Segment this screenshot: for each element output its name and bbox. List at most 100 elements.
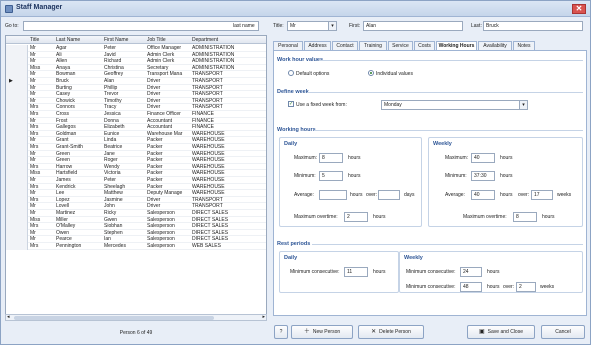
table-row[interactable]: Mr Frost Donna Accountant FINANCE (6, 117, 266, 125)
row-selector[interactable] (6, 229, 28, 237)
table-row[interactable]: Mrs O'Malley Siobhan Salesperson DIRECT SALE… (6, 223, 266, 230)
weekly-over-field[interactable]: 17 (531, 190, 553, 200)
table-row[interactable]: Mr Agar Peter Office Manager ADMINISTRATION (6, 45, 266, 52)
weekly-overtime-field[interactable]: 8 (513, 212, 537, 222)
tab-service[interactable]: Service (388, 41, 413, 50)
row-selector[interactable] (6, 91, 28, 98)
row-selector[interactable] (6, 97, 28, 105)
current-row-indicator[interactable] (6, 78, 28, 85)
table-row[interactable]: Mr Casey Trevor Driver TRANSPORT (6, 91, 266, 98)
row-selector[interactable] (6, 177, 28, 184)
tab-training[interactable]: Training (359, 41, 387, 50)
row-selector[interactable] (6, 183, 28, 191)
tab-address[interactable]: Address (304, 41, 331, 50)
row-selector[interactable] (6, 45, 28, 52)
row-selector[interactable] (6, 190, 28, 197)
table-row[interactable]: Mrs Connors Tracy Driver TRANSPORT (6, 104, 266, 111)
daily-min-field[interactable]: 5 (319, 171, 343, 181)
scroll-thumb[interactable] (14, 316, 214, 320)
table-row[interactable]: Miss Hartsfield Victoria Packer WAREHOUSE (6, 170, 266, 177)
tab-costs[interactable]: Costs (414, 41, 435, 50)
rest-weekly-over-field[interactable]: 2 (516, 282, 536, 292)
table-row[interactable]: Miss Anaya Christina Secretary ADMINISTRATIO… (6, 64, 266, 72)
table-row[interactable]: Mrs Lopez Jasmine Driver TRANSPORT (6, 196, 266, 204)
fixed-week-select[interactable]: Monday ▾ (381, 100, 528, 110)
title-select[interactable]: Mr ▾ (287, 21, 337, 31)
col-title[interactable]: Title (30, 37, 39, 43)
scroll-right-icon[interactable]: ▸ (262, 314, 265, 320)
table-row[interactable]: Mr James Peter Packer WAREHOUSE (6, 177, 266, 184)
table-row[interactable]: Mrs Pennington Mercedes Salesperson WEB SALE… (6, 243, 266, 250)
row-selector[interactable] (6, 196, 28, 204)
table-row[interactable]: Mr Burting Phillip Driver TRANSPORT (6, 84, 266, 92)
table-row[interactable]: Mrs Grant-Smith Beatrice Packer WAREHOUSE (6, 144, 266, 151)
col-last-name[interactable]: Last Name (56, 37, 80, 43)
goto-input[interactable] (23, 21, 259, 31)
daily-overtime-field[interactable]: 2 (344, 212, 368, 222)
row-selector[interactable] (6, 203, 28, 210)
daily-avg-field[interactable] (319, 190, 347, 200)
table-row[interactable]: Mr Chowick Timothy Driver TRANSPORT (6, 97, 266, 105)
individual-values-radio[interactable] (368, 70, 374, 76)
rest-daily-min-field[interactable]: 11 (344, 267, 368, 277)
staff-grid[interactable]: Title Last Name First Name Job Title Dep… (5, 35, 267, 321)
row-selector[interactable] (6, 223, 28, 230)
fixed-week-checkbox[interactable]: ✓ (288, 101, 294, 107)
tab-contact[interactable]: Contact (332, 41, 358, 50)
rest-weekly-min-field[interactable]: 24 (460, 267, 482, 277)
table-row[interactable]: Mr Ali Javid Admin Clerk ADMINISTRATION (6, 51, 266, 59)
default-options-radio[interactable] (288, 70, 294, 76)
scroll-left-icon[interactable]: ◂ (7, 314, 10, 320)
row-selector[interactable] (6, 150, 28, 158)
table-row[interactable]: Mrs Gallegos Elizabeth Accountant FINANCE (6, 124, 266, 131)
chevron-down-icon[interactable]: ▾ (328, 22, 336, 30)
row-selector[interactable] (6, 236, 28, 243)
row-selector[interactable] (6, 130, 28, 138)
table-row[interactable]: Mr Martinez Ricky Salesperson DIRECT SALES (6, 210, 266, 217)
save-close-button[interactable]: ▣ Save and Close (467, 325, 535, 339)
col-department[interactable]: Department (192, 37, 218, 43)
table-row[interactable]: Mr Grant Linda Packer WAREHOUSE (6, 137, 266, 144)
table-row[interactable]: Mrs Kendrick Sheelagh Packer WAREHOUSE (6, 183, 266, 191)
row-selector[interactable] (6, 163, 28, 171)
cancel-button[interactable]: Cancel (541, 325, 585, 339)
row-selector[interactable] (6, 137, 28, 144)
horizontal-scrollbar[interactable]: ◂ ▸ (5, 314, 267, 321)
row-selector[interactable] (6, 64, 28, 72)
table-row[interactable]: Mr Pearce Ian Salesperson DIRECT SALES (6, 236, 266, 243)
new-person-button[interactable]: ＋ New Person (291, 325, 353, 339)
table-row[interactable]: Mr Owen Stephen Salesperson DIRECT SALES (6, 229, 266, 237)
table-row[interactable]: Miss Miller Gwen Salesperson DIRECT SALES (6, 216, 266, 224)
weekly-min-field[interactable]: 37:30 (471, 171, 495, 181)
row-selector[interactable] (6, 210, 28, 217)
row-selector[interactable] (6, 124, 28, 131)
rest-weekly-avg-field[interactable]: 48 (460, 282, 482, 292)
tab-availability[interactable]: Availability (478, 41, 512, 50)
table-row[interactable]: Mrs Cross Jessica Finance Officer FINANCE (6, 111, 266, 118)
row-selector[interactable] (6, 117, 28, 125)
table-row[interactable]: Mr Green Jane Packer WAREHOUSE (6, 150, 266, 158)
col-job-title[interactable]: Job Title (147, 37, 166, 43)
table-row[interactable]: Mr Lovell John Driver TRANSPORT (6, 203, 266, 210)
chevron-down-icon[interactable]: ▾ (519, 101, 527, 109)
daily-max-field[interactable]: 8 (319, 153, 343, 163)
row-selector[interactable] (6, 170, 28, 177)
row-selector[interactable] (6, 58, 28, 65)
table-row[interactable]: Mrs Goldman Eunice Warehouse Mar WAREHOUSE (6, 130, 266, 138)
daily-over-field[interactable] (378, 190, 400, 200)
row-selector[interactable] (6, 51, 28, 59)
row-selector[interactable] (6, 71, 28, 78)
table-row[interactable]: Mr Green Roger Packer WAREHOUSE (6, 157, 266, 164)
table-row[interactable]: Mr Allen Richard Admin Clerk ADMINISTRATION (6, 58, 266, 65)
first-name-field[interactable]: Alan (363, 21, 463, 31)
weekly-max-field[interactable]: 40 (471, 153, 495, 163)
help-button[interactable]: ? (274, 325, 288, 339)
close-icon[interactable]: ✕ (572, 4, 586, 14)
col-first-name[interactable]: First Name (104, 37, 128, 43)
table-row[interactable]: Mr Lee Matthew Deputy Manage WAREHOUSE (6, 190, 266, 197)
table-row[interactable]: Mr Bowman Geoffrey Transport Mana TRANSPORT (6, 71, 266, 78)
table-row[interactable]: Mr Bruck Alan Driver TRANSPORT (6, 78, 266, 85)
row-selector[interactable] (6, 216, 28, 224)
delete-person-button[interactable]: ✕ Delete Person (358, 325, 424, 339)
row-selector[interactable] (6, 157, 28, 164)
